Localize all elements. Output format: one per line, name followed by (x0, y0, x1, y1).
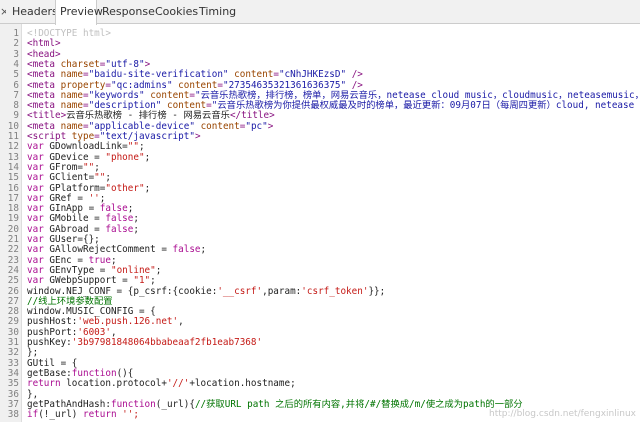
token-value: "云音乐热歌榜为你提供最权威最及时的榜单，最近更新：09月07日（每周四更新）c… (211, 100, 640, 112)
token-keyword: if (27, 409, 39, 421)
token-keyword: false (172, 244, 201, 256)
code-line: pushKey:'3b97981848064bbabeaaf2fb1eab736… (27, 337, 263, 348)
devtools-tab-bar: × Headers Preview Response Cookies Timin… (0, 0, 640, 25)
token-text: ; (200, 244, 207, 256)
token-tag: > (267, 120, 274, 132)
tab-headers[interactable]: Headers (8, 0, 62, 24)
line-number: 35 (7, 378, 19, 390)
line-number: 25 (7, 275, 19, 287)
source-code-view[interactable]: <!DOCTYPE html> <html> <head> <meta charset… (24, 24, 640, 422)
tab-response[interactable]: Response (98, 0, 159, 24)
watermark: http://blog.csdn.net/fengxinlinux (489, 409, 636, 419)
line-number-gutter: 1 2 3 4 5 6 7 8 9 10 11 12 13 14 15 16 17 18 19 20 21 22 23 24 2… (0, 24, 22, 422)
line-number: 38 (7, 409, 19, 421)
close-icon[interactable]: × (0, 0, 6, 24)
line-number: 5 (13, 69, 19, 81)
token-string: '3b97981848064bbabeaaf2fb1eab7368' (71, 337, 263, 348)
token-attr: content (200, 120, 240, 132)
token-text: ; (133, 223, 139, 235)
token-comment: //获取URL path 之后的所有内容,并将/#/替换成/m/使之成为path… (194, 398, 523, 410)
token-string: "phone" (105, 151, 145, 163)
token-string: '__csrf' (217, 285, 263, 297)
token-text: ,param: (262, 285, 302, 297)
line-number: 15 (7, 172, 19, 184)
token-text: ; (144, 182, 151, 194)
token-text: ; (155, 264, 162, 276)
token-text: ; (144, 151, 151, 163)
code-line: return location.protocol+'//'+location.h… (27, 379, 296, 389)
token-text: +location.hostname; (189, 378, 296, 390)
token-text: (!_url) (38, 409, 83, 421)
token-text: , (178, 316, 184, 328)
token-keyword: return (82, 409, 123, 421)
token-value: "pc" (245, 120, 268, 132)
token-text: (_url){ (155, 398, 195, 410)
token-string: ''; (122, 409, 139, 421)
tab-timing[interactable]: Timing (195, 0, 240, 24)
token-string: '//' (166, 378, 190, 390)
code-line: if(!_url) return ''; (27, 409, 139, 421)
token-text: location.protocol+ (66, 378, 167, 390)
token-text: }}; (368, 285, 386, 297)
token-keyword: false (105, 223, 134, 235)
token-string: "other" (105, 182, 145, 194)
tab-preview[interactable]: Preview (55, 0, 103, 25)
token-string: 'csrf_token' (301, 285, 369, 297)
token-tag: > (194, 131, 201, 142)
